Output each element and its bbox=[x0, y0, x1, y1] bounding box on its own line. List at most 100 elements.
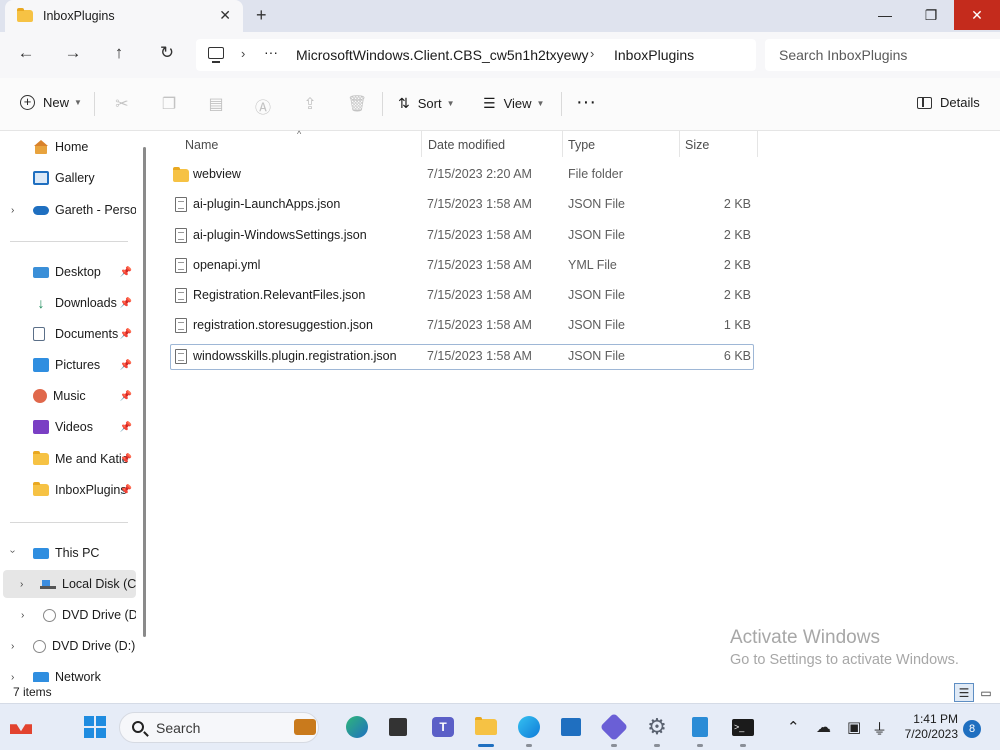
store-icon[interactable] bbox=[558, 714, 584, 740]
edge-preview-icon[interactable] bbox=[344, 714, 370, 740]
search-input[interactable]: Search InboxPlugins bbox=[765, 39, 1000, 71]
details-button[interactable]: Details bbox=[917, 95, 980, 110]
tiles-view-icon[interactable]: ▭ bbox=[976, 683, 996, 702]
restore-button[interactable]: ❐ bbox=[908, 0, 954, 30]
display-icon[interactable]: ▣ bbox=[847, 718, 861, 736]
column-size[interactable]: Size bbox=[685, 138, 709, 152]
file-row-selected[interactable]: windowsskills.plugin.registration.json 7… bbox=[170, 344, 754, 370]
chevron-right-icon[interactable]: › bbox=[11, 641, 14, 652]
breadcrumb-separator[interactable]: › bbox=[590, 46, 594, 61]
active-app-indicator bbox=[478, 744, 494, 747]
settings-icon[interactable]: ⚙ bbox=[644, 714, 670, 740]
column-divider[interactable] bbox=[757, 131, 758, 157]
cut-icon[interactable]: ✂ bbox=[112, 94, 132, 114]
sort-button[interactable]: ⇅ Sort ▼ bbox=[398, 95, 455, 112]
column-divider[interactable] bbox=[679, 131, 680, 157]
sidebar-item-gallery[interactable]: Gallery bbox=[0, 164, 136, 192]
file-row[interactable]: ai-plugin-LaunchApps.json 7/15/2023 1:58… bbox=[170, 192, 754, 218]
file-row[interactable]: ai-plugin-WindowsSettings.json 7/15/2023… bbox=[170, 223, 754, 249]
pin-icon[interactable]: 📌 bbox=[120, 422, 132, 433]
pin-icon[interactable]: 📌 bbox=[120, 267, 132, 278]
sidebar-item-music[interactable]: Music 📌 bbox=[0, 382, 136, 410]
pin-icon[interactable]: 📌 bbox=[120, 391, 132, 402]
chevron-right-icon[interactable]: › bbox=[21, 610, 24, 621]
sidebar-item-downloads[interactable]: ↓ Downloads 📌 bbox=[0, 289, 136, 317]
pin-icon[interactable]: 📌 bbox=[120, 329, 132, 340]
pin-icon[interactable]: 📌 bbox=[120, 454, 132, 465]
breadcrumb-ellipsis[interactable]: ··· bbox=[264, 44, 278, 60]
notepad-icon[interactable] bbox=[687, 714, 713, 740]
command-prompt-icon[interactable]: >_ bbox=[730, 714, 756, 740]
sidebar-item-pictures[interactable]: Pictures 📌 bbox=[0, 351, 136, 379]
back-arrow-icon[interactable]: ← bbox=[14, 43, 38, 63]
breadcrumb-inboxplugins[interactable]: InboxPlugins bbox=[614, 47, 694, 63]
column-date-modified[interactable]: Date modified bbox=[428, 138, 505, 152]
file-row[interactable]: webview 7/15/2023 2:20 AM File folder bbox=[170, 162, 754, 188]
copilot-icon[interactable] bbox=[599, 712, 629, 742]
tab-close-icon[interactable]: ✕ bbox=[219, 7, 231, 24]
minimize-button[interactable]: — bbox=[862, 0, 908, 30]
terminal-app-icon[interactable] bbox=[385, 714, 411, 740]
pin-icon[interactable]: 📌 bbox=[120, 485, 132, 496]
view-button[interactable]: ☰ View ▼ bbox=[483, 95, 544, 112]
sidebar-item-network[interactable]: › Network bbox=[0, 663, 136, 682]
new-tab-button[interactable]: + bbox=[256, 5, 267, 26]
address-box[interactable]: › ··· MicrosoftWindows.Client.CBS_cw5n1h… bbox=[196, 39, 756, 71]
sidebar-item-documents[interactable]: Documents 📌 bbox=[0, 320, 136, 348]
breadcrumb-package[interactable]: MicrosoftWindows.Client.CBS_cw5n1h2txyew… bbox=[296, 47, 589, 63]
details-view-icon[interactable]: ☰ bbox=[954, 683, 974, 702]
file-row[interactable]: Registration.RelevantFiles.json 7/15/202… bbox=[170, 283, 754, 309]
sidebar-item-me-and-katie[interactable]: Me and Katie 📌 bbox=[0, 445, 136, 473]
cloud-icon[interactable]: ☁ bbox=[816, 718, 831, 736]
refresh-icon[interactable]: ↻ bbox=[155, 43, 179, 63]
breadcrumb-separator[interactable]: › bbox=[241, 46, 245, 61]
file-explorer-icon[interactable] bbox=[473, 714, 499, 740]
start-icon[interactable] bbox=[82, 714, 108, 740]
sidebar-item-dvd-drive-v[interactable]: › DVD Drive (D:) V bbox=[0, 632, 136, 660]
column-divider[interactable] bbox=[562, 131, 563, 157]
close-button[interactable]: ✕ bbox=[954, 0, 1000, 30]
file-type: JSON File bbox=[568, 197, 625, 211]
notification-badge[interactable]: 8 bbox=[963, 720, 981, 738]
up-arrow-icon[interactable]: ↑ bbox=[107, 43, 131, 63]
videos-icon bbox=[33, 420, 49, 434]
file-row[interactable]: openapi.yml 7/15/2023 1:58 AM YML File 2… bbox=[170, 253, 754, 279]
pin-icon[interactable]: 📌 bbox=[120, 360, 132, 371]
tab-inboxplugins[interactable]: InboxPlugins ✕ bbox=[5, 0, 243, 32]
volume-network-icon[interactable]: ⏚ bbox=[872, 718, 887, 739]
sidebar-item-desktop[interactable]: Desktop 📌 bbox=[0, 258, 136, 286]
chevron-down-icon[interactable]: › bbox=[7, 550, 18, 553]
chevron-right-icon[interactable]: › bbox=[20, 579, 23, 590]
new-button[interactable]: + New ▼ bbox=[20, 95, 82, 110]
column-type[interactable]: Type bbox=[568, 138, 595, 152]
sidebar-item-inboxplugins[interactable]: InboxPlugins 📌 bbox=[0, 476, 136, 504]
sidebar-item-dvd-drive[interactable]: › DVD Drive (D:) bbox=[0, 601, 136, 629]
pc-icon bbox=[33, 547, 49, 559]
copy-icon[interactable]: ❐ bbox=[159, 94, 179, 114]
sidebar-item-home[interactable]: Home bbox=[0, 133, 136, 161]
rename-icon[interactable]: Ⓐ bbox=[253, 94, 273, 118]
edge-icon[interactable] bbox=[516, 714, 542, 740]
forward-arrow-icon[interactable]: → bbox=[61, 43, 85, 63]
chevron-right-icon[interactable]: › bbox=[11, 205, 14, 216]
sidebar-scrollbar[interactable] bbox=[143, 147, 146, 637]
taskbar-search[interactable]: Search bbox=[119, 712, 319, 743]
chevron-up-icon[interactable]: ⌃ bbox=[787, 718, 800, 736]
more-options-button[interactable]: ··· bbox=[576, 91, 596, 114]
sidebar-item-onedrive[interactable]: › Gareth - Personal bbox=[0, 196, 136, 224]
widgets-icon[interactable] bbox=[8, 714, 34, 740]
sidebar-item-this-pc[interactable]: › This PC bbox=[0, 539, 136, 567]
paste-icon[interactable]: ▤ bbox=[206, 94, 226, 114]
pin-icon[interactable]: 📌 bbox=[120, 298, 132, 309]
share-icon[interactable]: ⇪ bbox=[300, 94, 320, 114]
clock[interactable]: 1:41 PM 7/20/2023 bbox=[900, 712, 958, 742]
delete-icon[interactable]: 🗑 bbox=[347, 94, 367, 114]
column-divider[interactable] bbox=[421, 131, 422, 157]
briefcase-icon[interactable] bbox=[292, 714, 318, 740]
sidebar-item-local-disk[interactable]: › Local Disk (C:) bbox=[3, 570, 136, 598]
file-row[interactable]: registration.storesuggestion.json 7/15/2… bbox=[170, 313, 754, 339]
teams-icon[interactable]: T bbox=[430, 714, 456, 740]
column-name[interactable]: Name bbox=[185, 138, 218, 152]
sidebar-item-videos[interactable]: Videos 📌 bbox=[0, 413, 136, 441]
chevron-right-icon[interactable]: › bbox=[11, 672, 14, 683]
